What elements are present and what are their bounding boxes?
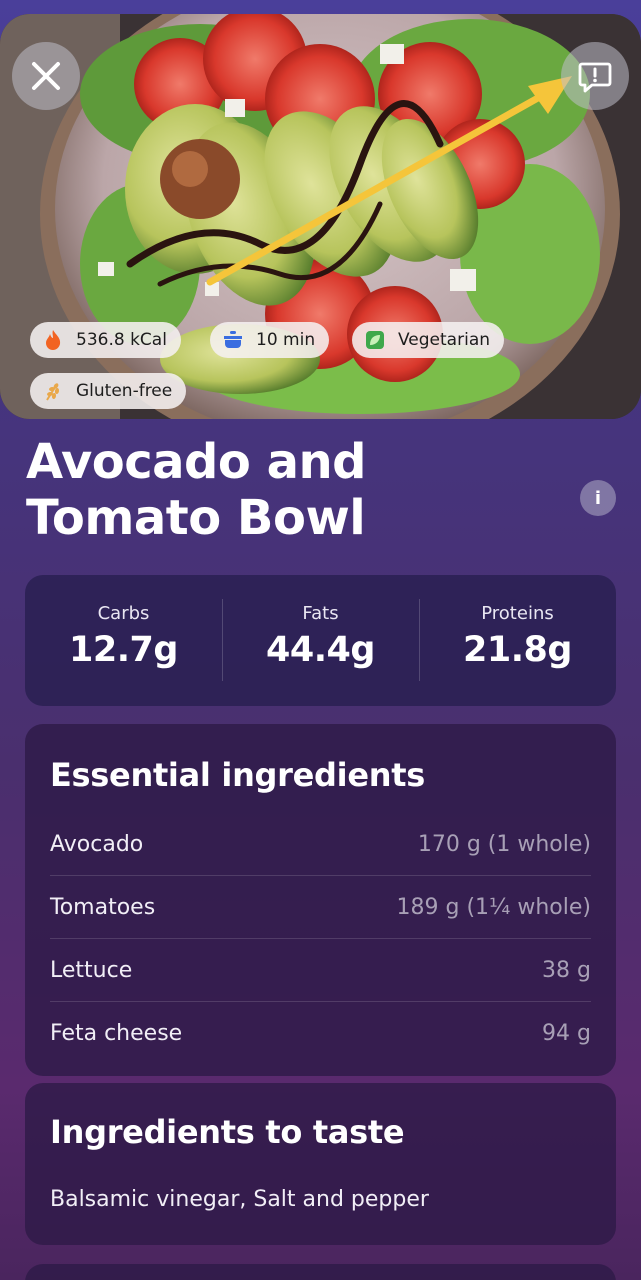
vegetarian-tag: Vegetarian — [352, 322, 505, 358]
ingredient-amount: 38 g — [542, 958, 591, 983]
time-label: 10 min — [256, 330, 316, 350]
macro-label: Proteins — [481, 603, 554, 624]
ingredient-amount: 94 g — [542, 1021, 591, 1046]
info-icon: i — [594, 487, 602, 509]
info-button[interactable]: i — [580, 480, 616, 516]
report-feedback-icon — [578, 62, 612, 93]
macro-value: 21.8g — [463, 630, 572, 670]
ingredient-row: Tomatoes 189 g (1¼ whole) — [50, 876, 591, 939]
flame-icon — [42, 329, 64, 351]
macro-label: Carbs — [97, 603, 150, 624]
macro-proteins: Proteins 21.8g — [419, 575, 616, 706]
ingredient-row: Avocado 170 g (1 whole) — [50, 813, 591, 876]
macro-carbs: Carbs 12.7g — [25, 575, 222, 706]
ingredient-amount: 170 g (1 whole) — [417, 832, 591, 857]
ingredient-name: Feta cheese — [50, 1021, 183, 1046]
macro-fats: Fats 44.4g — [222, 575, 419, 706]
ingredient-row: Lettuce 38 g — [50, 939, 591, 1002]
macro-value: 12.7g — [69, 630, 178, 670]
next-section-card — [25, 1264, 616, 1280]
wheat-icon — [42, 380, 64, 402]
macros-card: Carbs 12.7g Fats 44.4g Proteins 21.8g — [25, 575, 616, 706]
calories-tag: 536.8 kCal — [30, 322, 181, 358]
close-button[interactable] — [12, 42, 80, 110]
salad-bowl-image — [0, 14, 641, 419]
ingredient-row: Feta cheese 94 g — [50, 1002, 591, 1065]
macro-label: Fats — [302, 603, 339, 624]
ingredients-to-taste-text: Balsamic vinegar, Salt and pepper — [50, 1187, 429, 1212]
gluten-free-tag: Gluten-free — [30, 373, 187, 409]
gluten-free-label: Gluten-free — [76, 381, 173, 401]
vegetarian-label: Vegetarian — [398, 330, 491, 350]
ingredients-to-taste-card: Ingredients to taste Balsamic vinegar, S… — [25, 1083, 616, 1245]
pot-icon — [222, 329, 244, 351]
essential-ingredients-title: Essential ingredients — [50, 756, 425, 794]
report-button[interactable] — [561, 42, 629, 110]
ingredient-name: Tomatoes — [50, 895, 156, 920]
ingredient-name: Lettuce — [50, 958, 133, 983]
ingredients-to-taste-title: Ingredients to taste — [50, 1113, 405, 1151]
time-tag: 10 min — [210, 322, 330, 358]
recipe-photo: 536.8 kCal 10 min Vegetarian Gluten-free — [0, 14, 641, 419]
ingredient-amount: 189 g (1¼ whole) — [396, 895, 591, 920]
essential-ingredients-card: Essential ingredients Avocado 170 g (1 w… — [25, 724, 616, 1076]
calories-label: 536.8 kCal — [76, 330, 167, 350]
close-icon — [32, 62, 60, 90]
leaf-icon — [364, 329, 386, 351]
macro-value: 44.4g — [266, 630, 375, 670]
ingredient-name: Avocado — [50, 832, 144, 857]
recipe-title: Avocado and Tomato Bowl — [26, 434, 367, 546]
